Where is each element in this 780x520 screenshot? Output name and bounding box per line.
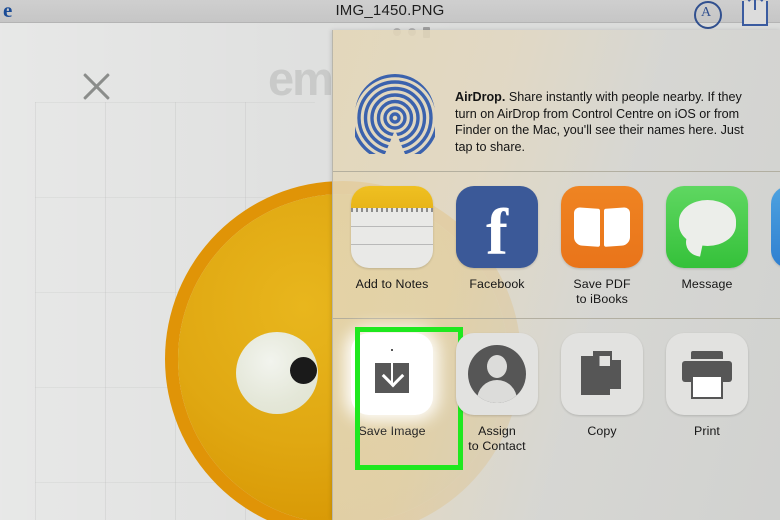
messages-app-icon <box>666 186 748 268</box>
share-target-facebook[interactable]: f Facebook <box>456 186 538 318</box>
share-target-add-to-notes[interactable]: Add to Notes <box>351 186 433 318</box>
share-target-more-partial[interactable] <box>771 186 780 318</box>
share-target-label: Facebook <box>469 277 525 291</box>
share-target-save-pdf-to-ibooks[interactable]: Save PDF to iBooks <box>561 186 643 318</box>
facebook-app-icon: f <box>456 186 538 268</box>
ibooks-app-icon <box>561 186 643 268</box>
share-target-label: Message <box>681 277 733 291</box>
share-app-row: Add to Notes f Facebook Save PDF to iBoo… <box>333 172 780 318</box>
action-save-image[interactable]: Save Image <box>351 327 463 470</box>
share-target-label: Save PDF to iBooks <box>573 277 631 306</box>
screen: em e IMG_1450.PNG A AirDrop. Share insta… <box>0 0 780 520</box>
action-label: Assign to Contact <box>468 424 526 453</box>
emoji-pupil <box>290 357 317 384</box>
airdrop-icon <box>349 68 441 160</box>
print-icon <box>666 333 748 415</box>
copy-icon <box>561 333 643 415</box>
share-target-label: Add to Notes <box>355 277 429 291</box>
markup-circle-a-icon[interactable]: A <box>694 1 722 29</box>
background-watermark-text: em <box>268 52 334 105</box>
action-print[interactable]: Print <box>666 333 748 465</box>
action-label: Save Image <box>358 424 426 438</box>
share-box-arrow-up-icon[interactable] <box>742 0 768 26</box>
assign-to-contact-icon <box>456 333 538 415</box>
save-image-icon <box>351 333 433 415</box>
airdrop-title: AirDrop. <box>455 90 506 104</box>
action-label: Copy <box>587 424 617 438</box>
close-icon[interactable] <box>76 66 116 106</box>
section-divider <box>333 171 780 172</box>
action-label: Print <box>694 424 720 438</box>
more-app-icon-partial <box>771 186 780 268</box>
airdrop-description: AirDrop. Share instantly with people nea… <box>455 66 755 155</box>
airdrop-section[interactable]: AirDrop. Share instantly with people nea… <box>333 30 780 171</box>
action-copy[interactable]: Copy <box>561 333 643 465</box>
share-target-message[interactable]: Message <box>666 186 748 318</box>
window-titlebar: e IMG_1450.PNG A <box>0 0 780 29</box>
action-assign-to-contact[interactable]: Assign to Contact <box>456 333 538 465</box>
share-action-row: Save Image Assign to Contact Copy Print <box>333 319 780 470</box>
section-divider <box>333 318 780 319</box>
share-sheet: AirDrop. Share instantly with people nea… <box>332 30 780 520</box>
page-title: IMG_1450.PNG <box>335 2 445 19</box>
notes-app-icon <box>351 186 433 268</box>
